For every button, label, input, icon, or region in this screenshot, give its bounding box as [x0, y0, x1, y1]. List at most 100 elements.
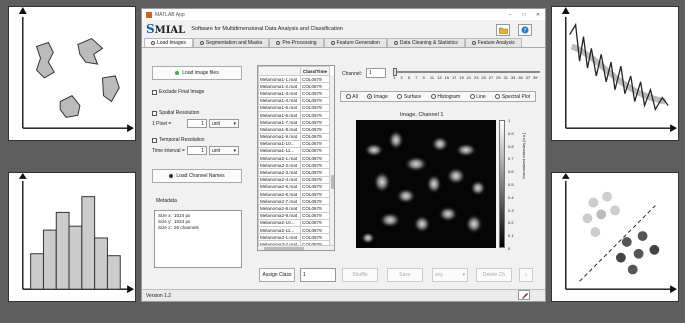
radio-all[interactable]: All — [345, 94, 358, 100]
microscopy-image[interactable] — [356, 120, 496, 248]
close-button[interactable]: ✕ — [531, 12, 545, 18]
load-channel-names-button[interactable]: Load Channel Names — [152, 169, 242, 183]
radio-histogram[interactable]: Histogram — [430, 94, 460, 100]
file-name-cell[interactable]: Melanoma1-1.mat — [258, 74, 301, 84]
file-name-cell[interactable]: Melanoma2-5.mat — [258, 182, 301, 192]
file-name-cell[interactable]: Melanoma2-9.mat — [258, 211, 301, 220]
radio-surface[interactable]: Surface — [397, 94, 421, 100]
time-unit-select[interactable]: unit ▾ — [209, 146, 239, 155]
file-name-cell[interactable]: Melanoma3-1.mat — [258, 233, 301, 242]
file-name-cell[interactable]: Melanoma2-7.mat — [258, 197, 301, 206]
delete-channel-button[interactable]: Delete Ch — [476, 268, 512, 282]
pixel-unit-select[interactable]: unit ▾ — [209, 119, 239, 128]
table-row[interactable]: Melanoma2-4.mat COL0679 — [258, 175, 330, 184]
minimize-button[interactable]: – — [503, 12, 517, 18]
table-row[interactable]: Melanoma1-8.mat COL0679 — [258, 125, 330, 134]
table-row[interactable]: Melanoma1-2.mat COL0679 — [258, 82, 330, 91]
class-cell[interactable]: COL0679 — [300, 118, 330, 127]
file-name-cell[interactable]: Melanoma1-4.mat — [258, 96, 301, 105]
file-name-cell[interactable]: Melanoma1-7.mat — [258, 118, 301, 127]
table-row[interactable]: Melanoma2-5.mat COL0679 — [258, 182, 330, 192]
table-row[interactable]: Melanoma1-5.mat COL0679 — [258, 103, 330, 112]
temporal-resolution-checkbox[interactable]: Temporal Resolution — [152, 137, 205, 143]
table-row[interactable]: Melanoma2-1.mat COL0679 — [258, 154, 330, 163]
file-name-cell[interactable]: Melanoma2-6.mat — [258, 189, 301, 199]
channel-slider[interactable]: 1 3 5 7 9 11 13 15 17 19 21 23 25 27 29 31 33 35 37 39 — [393, 68, 540, 80]
radio-image[interactable]: Image — [367, 94, 388, 100]
time-interval-input[interactable]: 1 — [187, 146, 207, 155]
table-row[interactable]: Melanoma3-1.mat COL0679 — [258, 233, 330, 242]
radio-spectral-plot[interactable]: Spectral Plot — [495, 94, 530, 100]
table-row[interactable]: Melanoma2-2.mat COL0679 — [258, 161, 330, 170]
file-name-cell[interactable]: Melanoma1-8.mat — [258, 125, 301, 134]
class-cell[interactable]: COL0679 — [300, 225, 330, 235]
table-row[interactable]: Melanoma1-11... COL0679 — [258, 146, 330, 156]
load-image-files-button[interactable]: Load image files — [152, 66, 242, 80]
class-cell[interactable]: COL0679 — [300, 125, 330, 134]
radio-line[interactable]: Line — [469, 94, 486, 100]
table-row[interactable]: Melanoma1-1.mat COL0679 — [258, 74, 330, 84]
class-cell[interactable]: COL0679 — [300, 197, 330, 206]
table-row[interactable]: Melanoma2-3.mat COL0679 — [258, 168, 330, 177]
class-cell[interactable]: COL0679 — [300, 154, 330, 163]
class-cell[interactable]: COL0679 — [300, 82, 330, 91]
assign-class-button[interactable]: Assign Class — [259, 268, 295, 282]
class-cell[interactable]: COL0679 — [300, 175, 330, 184]
pixel-size-input[interactable]: 1 — [187, 119, 207, 128]
extra-button[interactable]: ○ — [519, 268, 533, 282]
class-cell[interactable]: COL0679 — [300, 211, 330, 220]
class-cell[interactable]: COL0679 — [300, 139, 330, 148]
exclude-final-image-checkbox[interactable]: Exclude Final Image — [152, 89, 204, 95]
table-row[interactable]: Melanoma2-11... COL0679 — [258, 225, 330, 235]
file-name-cell[interactable]: Melanoma1-10... — [258, 139, 301, 148]
format-select[interactable]: any ▾ — [432, 268, 468, 282]
tab-pre-processing[interactable]: Pre-Processing — [269, 38, 324, 47]
file-name-cell[interactable]: Melanoma2-8.mat — [258, 204, 301, 213]
class-cell[interactable]: COL0679 — [300, 110, 330, 120]
help-button[interactable]: ? — [518, 24, 532, 36]
class-cell[interactable]: COL0679 — [300, 103, 330, 112]
table-row[interactable]: Melanoma1-4.mat COL0679 — [258, 96, 330, 105]
maximize-button[interactable]: □ — [517, 12, 531, 18]
file-name-cell[interactable]: Melanoma1-5.mat — [258, 103, 301, 112]
class-cell[interactable]: COL0679 — [300, 132, 330, 141]
class-cell[interactable]: COL0679 — [300, 96, 330, 105]
file-name-cell[interactable]: Melanoma1-2.mat — [258, 82, 301, 91]
class-cell[interactable]: COL0679 — [300, 146, 330, 156]
spatial-resolution-checkbox[interactable]: Spatial Resolution — [152, 110, 199, 116]
file-name-cell[interactable]: Melanoma1-9.mat — [258, 132, 301, 141]
file-name-cell[interactable]: Melanoma1-3.mat — [258, 89, 301, 98]
class-cell[interactable]: COL0679 — [300, 182, 330, 192]
file-name-cell[interactable]: Melanoma1-6.mat — [258, 110, 301, 120]
table-row[interactable]: Melanoma1-10... COL0679 — [258, 139, 330, 148]
class-cell[interactable]: COL0679 — [300, 218, 330, 227]
file-name-cell[interactable]: Melanoma2-10... — [258, 218, 301, 227]
file-name-cell[interactable]: Melanoma1-11... — [258, 146, 301, 156]
file-name-cell[interactable]: Melanoma2-2.mat — [258, 161, 301, 170]
class-cell[interactable]: COL0679 — [300, 168, 330, 177]
class-input[interactable]: 1 — [300, 268, 336, 282]
file-name-cell[interactable]: Melanoma2-3.mat — [258, 168, 301, 177]
table-row[interactable]: Melanoma1-9.mat COL0679 — [258, 132, 330, 141]
class-cell[interactable]: COL0679 — [300, 89, 330, 98]
image-file-table[interactable]: Class/Time Melanoma1-1.mat COL0679 Melanom… — [257, 65, 335, 251]
tab-segmentation[interactable]: Segmentation and Masks — [192, 38, 270, 47]
folder-button[interactable] — [496, 24, 510, 36]
class-cell[interactable]: COL0679 — [300, 233, 330, 242]
brush-button[interactable] — [518, 290, 530, 300]
vertical-scrollbar[interactable] — [329, 75, 334, 245]
class-cell[interactable]: COL0679 — [300, 204, 330, 213]
shuffle-button[interactable]: Shuffle — [342, 268, 378, 282]
class-cell[interactable]: COL0679 — [300, 189, 330, 199]
table-row[interactable]: Melanoma2-9.mat COL0679 — [258, 211, 330, 220]
channel-input[interactable]: 1 — [366, 68, 386, 78]
tab-data-cleaning[interactable]: Data Cleaning & Statistics — [386, 38, 465, 47]
file-name-cell[interactable]: Melanoma2-1.mat — [258, 154, 301, 163]
table-row[interactable]: Melanoma2-7.mat COL0679 — [258, 197, 330, 206]
table-row[interactable]: Melanoma2-10... COL0679 — [258, 218, 330, 227]
tab-feature-generation[interactable]: Feature Generation — [323, 38, 387, 47]
file-name-cell[interactable]: Melanoma2-11... — [258, 225, 301, 235]
table-row[interactable]: Melanoma1-3.mat COL0679 — [258, 89, 330, 98]
class-cell[interactable]: COL0679 — [300, 161, 330, 170]
table-row[interactable]: Melanoma1-6.mat COL0679 — [258, 110, 330, 120]
